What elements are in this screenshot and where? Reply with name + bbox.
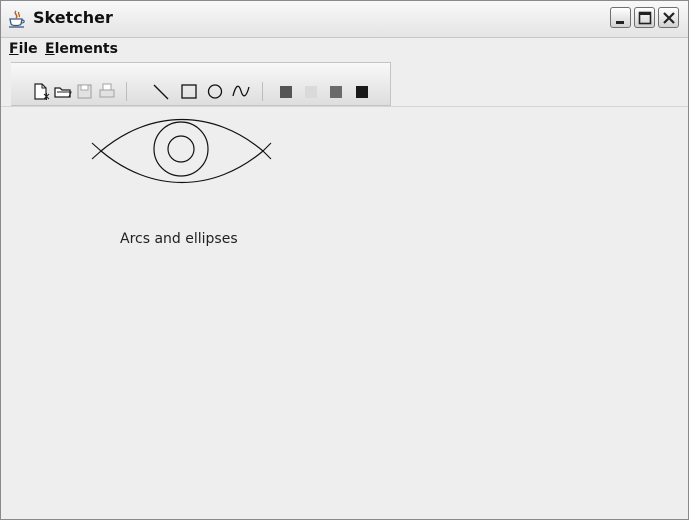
toolbar-separator	[126, 82, 127, 101]
menu-bar: File Elements	[1, 38, 688, 62]
minimize-button[interactable]	[610, 7, 631, 28]
line-icon	[153, 84, 169, 100]
color-red-button[interactable]	[276, 81, 296, 102]
color-yellow-button[interactable]	[301, 81, 321, 102]
menu-elements-mnemonic: E	[45, 41, 55, 57]
color-green-button[interactable]	[326, 81, 346, 102]
canvas-caption: Arcs and ellipses	[120, 231, 238, 247]
window-title: Sketcher	[33, 8, 113, 27]
circle-button[interactable]	[205, 81, 225, 102]
menu-file-label-rest: ile	[18, 41, 38, 57]
drawing-canvas[interactable]: Arcs and ellipses	[1, 107, 688, 519]
menu-file-mnemonic: F	[9, 41, 19, 57]
new-button[interactable]	[31, 81, 51, 102]
open-folder-icon	[54, 87, 72, 98]
printer-icon	[99, 83, 115, 98]
print-button[interactable]	[97, 81, 117, 102]
line-button[interactable]	[151, 81, 171, 102]
maximize-icon	[638, 11, 652, 25]
eye-shaped-ellipse-drawing	[91, 118, 272, 184]
close-button[interactable]	[658, 7, 679, 28]
rectangle-button[interactable]	[179, 81, 199, 102]
menu-elements[interactable]: Elements	[45, 41, 118, 57]
close-icon	[663, 12, 675, 24]
open-button[interactable]	[53, 81, 73, 102]
curve-icon	[232, 85, 250, 97]
maximize-button[interactable]	[634, 7, 655, 28]
menu-elements-label-rest: lements	[54, 41, 118, 57]
menu-file[interactable]: File	[9, 41, 38, 57]
new-file-icon	[34, 83, 50, 100]
rectangle-icon	[181, 84, 197, 99]
color-swatch-icon	[305, 86, 317, 98]
color-swatch-icon	[356, 86, 368, 98]
color-blue-button[interactable]	[352, 81, 372, 102]
toolbar-separator	[262, 82, 263, 101]
save-disk-icon	[77, 84, 92, 99]
curve-button[interactable]	[231, 81, 251, 102]
toolbar	[11, 62, 391, 106]
minimize-icon	[616, 21, 624, 24]
save-button[interactable]	[75, 81, 95, 102]
title-bar[interactable]: Sketcher	[1, 1, 688, 38]
sketcher-window: Sketcher File Elements Arcs and ellipses	[0, 0, 689, 520]
java-cup-icon	[9, 10, 25, 28]
color-swatch-icon	[330, 86, 342, 98]
color-swatch-icon	[280, 86, 292, 98]
circle-icon	[207, 84, 223, 99]
